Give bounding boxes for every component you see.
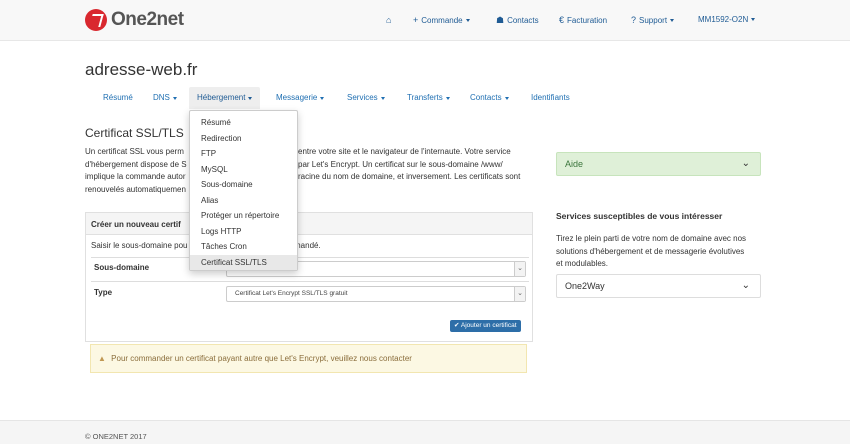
user-icon: ☗ xyxy=(496,15,505,25)
hebergement-dropdown-menu: Résumé Redirection FTP MySQL Sous-domain… xyxy=(189,110,298,271)
menu-item-resume[interactable]: Résumé xyxy=(190,115,297,131)
tab-label: Transferts xyxy=(407,93,443,102)
menu-item-logs-http[interactable]: Logs HTTP xyxy=(190,224,297,240)
one2net-logo-icon xyxy=(85,9,107,31)
caret-down-icon xyxy=(172,97,177,100)
caret-down-icon xyxy=(380,97,385,100)
intro-line: implique la commande autor xyxy=(85,172,186,181)
menu-item-sous-domaine[interactable]: Sous-domaine xyxy=(190,177,297,193)
tab-resume[interactable]: Résumé xyxy=(103,87,133,109)
aide-accordion[interactable]: Aide ⌄ xyxy=(556,152,761,176)
plus-icon: + xyxy=(413,15,419,25)
info-alert: ▲ Pour commander un certificat payant au… xyxy=(90,344,527,373)
intro-line: renouvelés automatiquemen xyxy=(85,184,186,194)
home-icon: ⌂ xyxy=(386,15,392,25)
caret-down-icon xyxy=(465,18,470,22)
intro-text: Un certificat SSL vous perm entre votre s… xyxy=(85,146,533,196)
tab-label: Résumé xyxy=(103,93,133,102)
aide-label: Aide xyxy=(565,159,584,169)
nav-account[interactable]: MM1592-O2N xyxy=(698,15,756,24)
nav-facturation-label: Facturation xyxy=(567,15,608,25)
tab-label: Contacts xyxy=(470,93,502,102)
euro-icon: € xyxy=(559,15,565,25)
intro-line: Un certificat SSL vous perm xyxy=(85,147,184,156)
caret-down-icon xyxy=(504,97,509,100)
tab-messagerie[interactable]: Messagerie xyxy=(276,87,325,109)
menu-item-redirection[interactable]: Redirection xyxy=(190,131,297,147)
tab-transferts[interactable]: Transferts xyxy=(407,87,450,109)
brand-logo[interactable]: One2net xyxy=(85,9,184,31)
services-text-line: Tirez le plein parti de votre nom de dom… xyxy=(556,234,747,243)
services-text-line: solutions d'hébergement et de messagerie… xyxy=(556,246,745,256)
panel-desc-right: mandé. xyxy=(294,241,321,250)
add-certificate-label: Ajouter un certificat xyxy=(460,322,517,329)
nav-contacts-label: Contacts xyxy=(507,16,539,25)
nav-facturation[interactable]: € Facturation xyxy=(559,15,607,25)
nav-support-label: Support xyxy=(639,15,668,25)
menu-item-mysql[interactable]: MySQL xyxy=(190,162,297,178)
divider xyxy=(91,257,529,258)
footer-copyright: © ONE2NET 2017 xyxy=(85,432,147,441)
chevron-down-icon: ⌄ xyxy=(514,262,525,276)
panel-desc-left: Saisir le sous-domaine pou xyxy=(91,241,188,250)
panel-title: Créer un nouveau certif xyxy=(86,213,532,235)
caret-down-icon xyxy=(751,18,756,21)
chevron-down-icon: ⌄ xyxy=(514,287,525,301)
caret-down-icon xyxy=(445,97,450,100)
page-title: adresse-web.fr xyxy=(85,60,198,79)
nav-commande[interactable]: + Commande xyxy=(413,15,470,25)
intro-line: d'hébergement dispose de S xyxy=(85,159,187,169)
caret-down-icon xyxy=(320,97,325,100)
caret-down-icon xyxy=(248,97,253,100)
nav-contacts[interactable]: ☗ Contacts xyxy=(496,15,539,26)
alert-text: Pour commander un certificat payant autr… xyxy=(111,354,412,363)
check-icon: ✔ xyxy=(454,322,460,329)
brand-name: One2net xyxy=(111,9,184,30)
tab-dns[interactable]: DNS xyxy=(153,87,177,109)
menu-item-ftp[interactable]: FTP xyxy=(190,146,297,162)
add-certificate-button[interactable]: ✔ Ajouter un certificat xyxy=(450,320,521,332)
divider xyxy=(91,281,529,282)
nav-account-label: MM1592-O2N xyxy=(698,15,749,24)
subdomain-label: Sous-domaine xyxy=(94,263,150,272)
intro-line-right: racine du nom de domaine, et inversement… xyxy=(298,172,521,181)
tab-label: Hébergement xyxy=(197,93,246,102)
chevron-down-icon: ⌄ xyxy=(741,158,750,169)
tab-contacts[interactable]: Contacts xyxy=(470,87,509,109)
type-label: Type xyxy=(94,288,113,297)
warning-icon: ▲ xyxy=(98,354,106,363)
menu-item-certificat-ssl[interactable]: Certificat SSL/TLS xyxy=(190,254,297,270)
menu-item-proteger[interactable]: Protéger un répertoire xyxy=(190,208,297,224)
tab-label: Identifiants xyxy=(531,93,570,102)
menu-item-taches-cron[interactable]: Tâches Cron xyxy=(190,239,297,255)
services-text-line: et modulables. xyxy=(556,259,609,268)
panel-description: Saisir le sous-domaine pou mandé. xyxy=(91,241,321,250)
services-text: Tirez le plein parti de votre nom de dom… xyxy=(556,233,761,271)
tab-label: DNS xyxy=(153,93,170,102)
menu-item-alias[interactable]: Alias xyxy=(190,193,297,209)
top-navbar: One2net ⌂ + Commande ☗ Contacts € Factur… xyxy=(0,0,850,41)
tab-label: Messagerie xyxy=(276,93,318,102)
intro-line-right: par Let's Encrypt. Un certificat sur le … xyxy=(298,159,503,169)
type-select-value: Certificat Let's Encrypt SSL/TLS gratuit xyxy=(235,290,348,297)
services-title: Services susceptibles de vous intéresser xyxy=(556,211,723,221)
intro-line-right: entre votre site et le navigateur de l'i… xyxy=(298,147,511,156)
chevron-down-icon: ⌄ xyxy=(741,280,750,291)
one2way-accordion[interactable]: One2Way ⌄ xyxy=(556,274,761,298)
tab-hebergement[interactable]: Hébergement xyxy=(189,87,261,109)
type-select[interactable]: Certificat Let's Encrypt SSL/TLS gratuit… xyxy=(226,286,526,302)
caret-down-icon xyxy=(670,18,675,22)
nav-commande-label: Commande xyxy=(421,15,463,25)
tab-label: Services xyxy=(347,93,378,102)
tab-services[interactable]: Services xyxy=(347,87,385,109)
section-title: Certificat SSL/TLS xyxy=(85,126,184,140)
nav-home[interactable]: ⌂ xyxy=(386,15,394,25)
tab-identifiants[interactable]: Identifiants xyxy=(531,87,570,109)
one2way-label: One2Way xyxy=(565,281,605,291)
footer: © ONE2NET 2017 xyxy=(0,420,850,444)
nav-support[interactable]: ? Support xyxy=(631,15,675,25)
question-icon: ? xyxy=(631,15,637,25)
